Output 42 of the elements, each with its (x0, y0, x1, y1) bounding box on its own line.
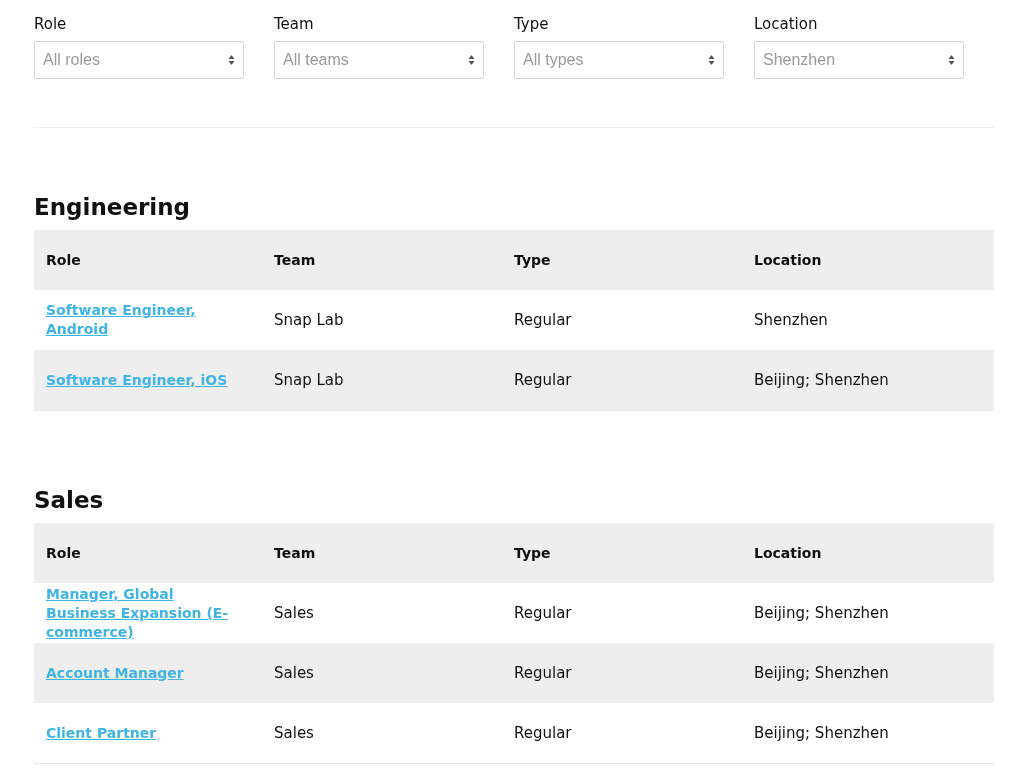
sort-arrows-icon (468, 54, 475, 66)
select-field[interactable]: All types (514, 41, 724, 79)
filter-label: Team (274, 14, 315, 34)
job-link[interactable]: Software Engineer, iOS (46, 370, 228, 390)
job-link[interactable]: Software Engineer, Android (46, 301, 246, 339)
table-cell-text: Beijing; Shenzhen (754, 723, 890, 743)
select-field[interactable]: All roles (34, 41, 244, 79)
column-header: Type (514, 250, 552, 270)
table-cell-text: Sales (274, 723, 315, 743)
table-cell-text: Beijing; Shenzhen (754, 603, 890, 623)
sort-arrows-icon (708, 54, 715, 66)
column-header: Team (274, 250, 317, 270)
job-link[interactable]: Account Manager (46, 663, 184, 683)
select-field[interactable]: Shenzhen (754, 41, 964, 79)
section-heading: Sales (34, 486, 105, 515)
job-link[interactable]: Client Partner (46, 723, 157, 743)
filter-label: Role (34, 14, 68, 34)
filter-label: Type (514, 14, 550, 34)
sort-arrows-icon (948, 54, 955, 66)
column-header: Location (754, 250, 823, 270)
table-cell-text: Regular (514, 723, 573, 743)
table-cell-text: Snap Lab (274, 370, 345, 390)
table-cell-text: Regular (514, 663, 573, 683)
table-cell-text: Regular (514, 370, 573, 390)
select-field[interactable]: All teams (274, 41, 484, 79)
column-header: Type (514, 543, 552, 563)
table-cell-text: Shenzhen (754, 310, 829, 330)
column-header: Team (274, 543, 317, 563)
table-cell-text: Beijing; Shenzhen (754, 663, 890, 683)
table-cell-text: Regular (514, 310, 573, 330)
column-header: Role (45, 543, 82, 563)
table-cell-text: Sales (274, 603, 315, 623)
section-heading: Engineering (34, 193, 192, 222)
filter-label: Location (754, 14, 819, 34)
table-cell-text: Beijing; Shenzhen (754, 370, 890, 390)
job-link[interactable]: Manager, Global Business Expansion (E-commerce) (46, 584, 246, 642)
column-header: Role (45, 250, 82, 270)
table-cell-text: Snap Lab (274, 310, 345, 330)
column-header: Location (754, 543, 823, 563)
table-cell-text: Regular (514, 603, 573, 623)
table-cell-text: Sales (274, 663, 315, 683)
sort-arrows-icon (228, 54, 235, 66)
